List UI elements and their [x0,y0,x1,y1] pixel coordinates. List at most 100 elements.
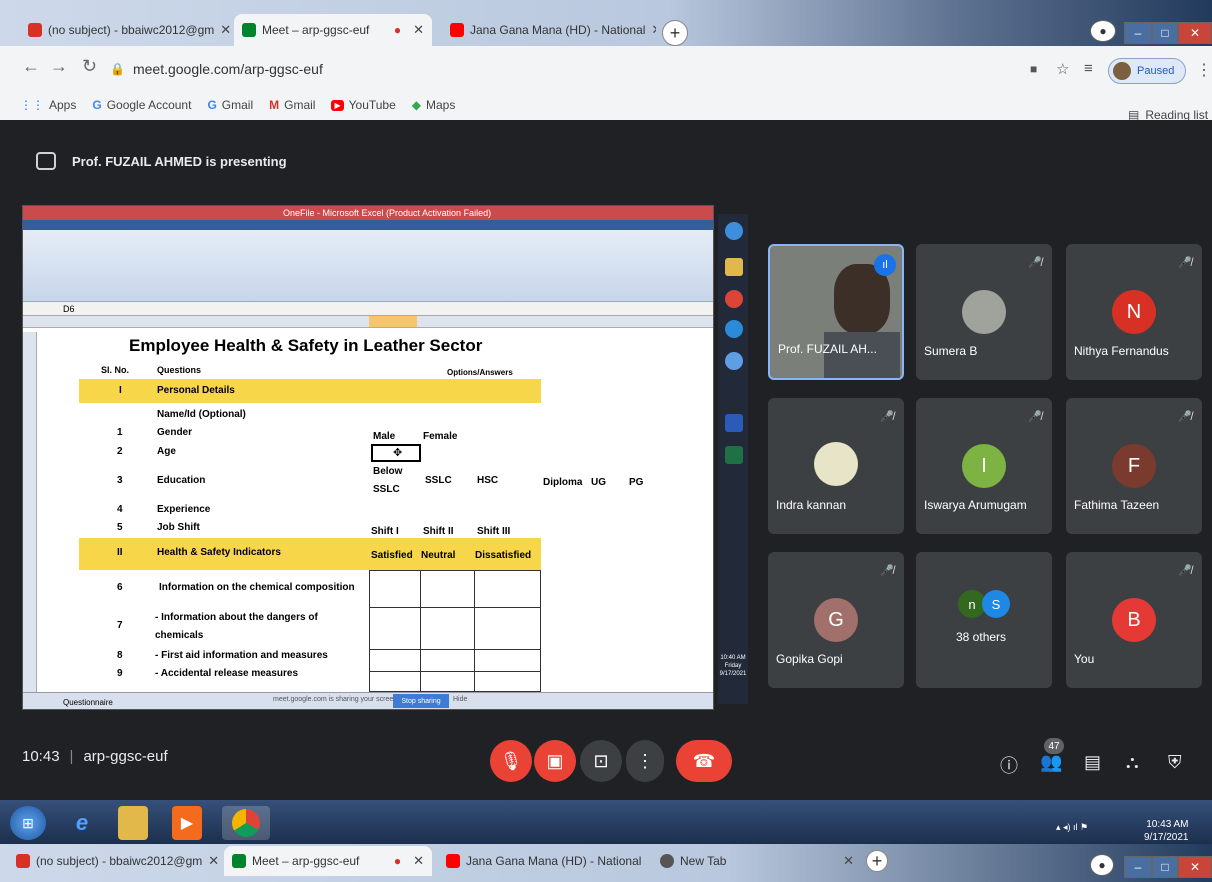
taskbar-clock[interactable]: 10:43 AM 9/17/2021 [1144,818,1189,844]
cursor-icon: ✥ [393,447,403,459]
tab-gmail[interactable]: (no subject) - bbaiwc2012@gm ✕ [8,846,220,876]
bookmark-apps[interactable]: ⋮⋮ Apps [20,98,76,112]
leave-call-button[interactable]: ☎ [676,740,732,782]
question-num: 1 [117,427,123,438]
close-window-button[interactable]: ✕ [1178,22,1212,44]
option-text: Shift III [477,526,511,537]
profile-button[interactable]: Paused [1108,58,1186,84]
more-options-button[interactable]: ⋮ [626,740,664,782]
reading-mode-icon[interactable]: ≡ [1084,60,1093,77]
close-tab-icon[interactable]: ✕ [413,853,424,869]
shared-screen-excel: OneFile - Microsoft Excel (Product Activ… [22,205,714,710]
forward-icon[interactable]: → [50,56,68,77]
participant-tile-others[interactable]: n S 38 others [916,552,1052,688]
tab-new-tab[interactable]: New Tab ✕ [652,846,862,876]
section-bar-health [79,538,541,570]
inner-clock: 10:40 AM Friday 9/17/2021 [719,655,747,677]
camera-indicator-icon[interactable]: ■ [1030,62,1037,76]
present-button[interactable]: ⊡ [580,740,622,782]
profile-circle-icon[interactable]: ● [1090,854,1114,876]
start-button[interactable]: ⊞ [10,806,46,840]
people-icon[interactable]: 👥 [1040,752,1062,773]
mic-off-icon: 🎤̸ [1178,411,1192,423]
sheet-title: Employee Health & Safety in Leather Sect… [129,336,483,355]
question-text: - Information about the dangers of [155,612,318,623]
section-num: II [117,547,123,558]
mic-toggle-button[interactable]: 🎙 [490,740,532,782]
sheet-tab[interactable]: Questionnaire [63,698,113,707]
close-window-button[interactable]: ✕ [1178,856,1212,878]
new-tab-button[interactable]: + [866,850,888,872]
active-cell-d6[interactable]: ✥ [371,444,421,462]
grid-line [370,649,540,650]
grid-line [420,571,421,691]
present-screen-icon: ⊡ [593,750,609,771]
excel-formula-bar: D6 [23,302,713,316]
participant-tile[interactable]: 🎤̸ Indra kannan [768,398,904,534]
maximize-button[interactable]: □ [1152,856,1178,878]
profile-circle-icon[interactable]: ● [1090,20,1116,42]
bookmark-maps[interactable]: ◆ Maps [412,98,456,112]
tray-icons[interactable]: ▴ ◂) ıl ⚑ [1056,822,1088,833]
info-icon[interactable]: ⓘ [1000,752,1018,778]
tab-meet[interactable]: Meet – arp-ggsc-euf ● ✕ [234,14,432,46]
mic-off-icon: 🎤̸ [1178,257,1192,269]
bookmark-youtube[interactable]: ▶ YouTube [331,98,396,112]
tab-youtube[interactable]: Jana Gana Mana (HD) - National ✕ [442,14,656,46]
maximize-button[interactable]: □ [1152,22,1178,44]
camera-off-icon: ▣ [546,750,564,771]
participant-tile-self[interactable]: 🎤̸ B You [1066,552,1202,688]
option-text: Satisfied [371,550,413,561]
mic-off-icon: 🎤̸ [880,411,894,423]
internet-explorer-icon[interactable]: e [64,806,100,840]
bookmark-gmail-g[interactable]: G Gmail [207,98,253,112]
tab-meet[interactable]: Meet – arp-ggsc-euf ● ✕ [224,846,432,876]
bookmark-star-icon[interactable]: ☆ [1056,60,1069,78]
bookmark-gmail[interactable]: M Gmail [269,98,315,112]
address-bar[interactable]: 🔒 meet.google.com/arp-ggsc-euf [110,56,990,82]
file-explorer-icon[interactable] [118,806,148,840]
option-text: Shift I [371,526,399,537]
section-label: Health & Safety Indicators [157,547,281,558]
chrome-taskbar-button[interactable] [222,806,270,840]
question-num: 2 [117,446,123,457]
activities-icon[interactable]: ⛬ [1126,752,1139,773]
media-player-icon[interactable]: ▶ [172,806,202,840]
menu-kebab-icon[interactable]: ⋮ [1196,60,1212,80]
option-text: PG [629,477,644,488]
bookmark-google-account[interactable]: G Google Account [92,98,191,112]
back-icon[interactable]: ← [22,56,40,77]
minimize-button[interactable]: – [1124,22,1152,44]
participant-tile-presenter[interactable]: ıl Prof. FUZAIL AH... [768,244,904,380]
participant-tile[interactable]: 🎤̸ N Nithya Fernandus [1066,244,1202,380]
close-tab-icon[interactable]: ✕ [843,853,854,869]
participant-tile[interactable]: 🎤̸ I Iswarya Arumugam [916,398,1052,534]
question-text: Experience [157,504,211,515]
maps-icon: ◆ [411,98,422,112]
reload-icon[interactable]: ↻ [82,56,97,77]
stop-sharing-button[interactable]: Stop sharing [393,694,449,708]
minimize-button[interactable]: – [1124,856,1152,878]
new-tab-icon [660,854,674,868]
close-tab-icon[interactable]: ✕ [220,22,230,38]
close-tab-icon[interactable]: ✕ [208,853,219,869]
close-tab-icon[interactable]: ✕ [651,22,656,38]
question-num: 6 [117,582,123,593]
header-options: Options/Answers [447,368,513,377]
new-tab-button[interactable]: + [662,20,688,46]
host-controls-icon[interactable]: ⛨ [1168,752,1182,773]
chat-icon[interactable]: ▤ [1084,752,1101,773]
tab-gmail[interactable]: (no subject) - bbaiwc2012@gm ✕ [20,14,230,46]
close-tab-icon[interactable]: ✕ [413,22,424,38]
presenter-body [824,332,900,378]
header-questions: Questions [157,365,202,375]
participant-tile[interactable]: 🎤̸ G Gopika Gopi [768,552,904,688]
avatar: I [962,444,1006,488]
tab-youtube[interactable]: Jana Gana Mana (HD) - National ✕ [438,846,646,876]
excel-ribbon-tabs [23,220,713,230]
camera-toggle-button[interactable]: ▣ [534,740,576,782]
participant-tile[interactable]: 🎤̸ Sumera B [916,244,1052,380]
participant-tile[interactable]: 🎤̸ F Fathima Tazeen [1066,398,1202,534]
hide-button[interactable]: Hide [453,696,467,703]
google-g-icon: G [207,98,217,112]
